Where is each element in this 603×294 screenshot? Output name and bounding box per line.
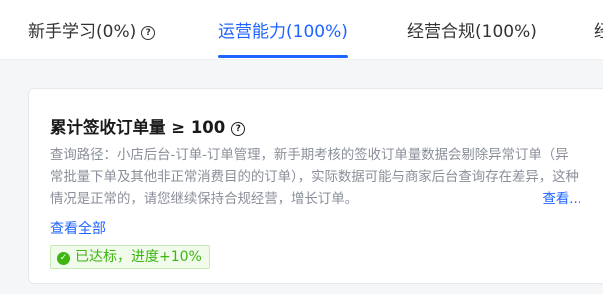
status-badge-text: 已达标，进度+10%	[75, 249, 202, 265]
view-all-link[interactable]: 查看全部	[50, 218, 106, 238]
tab-label: 经营合规(100%)	[407, 22, 537, 42]
tab-label: 经	[594, 22, 603, 42]
status-badge: ✓ 已达标，进度+10%	[50, 245, 210, 269]
tab-label: 新手学习(0%)	[28, 22, 137, 42]
tab-bar: 新手学习(0%)? 运营能力(100%) 经营合规(100%) 经	[0, 0, 603, 60]
question-circle-icon[interactable]: ?	[231, 122, 246, 136]
tab-operation-ability[interactable]: 运营能力(100%)	[218, 0, 348, 59]
question-circle-icon[interactable]: ?	[141, 26, 156, 40]
check-circle-icon: ✓	[57, 252, 70, 265]
active-tab-indicator	[218, 55, 348, 58]
task-card: 累计签收订单量 ≥ 100? 查询路径：小店后台-订单-订单管理，新手期考核的签…	[28, 88, 603, 284]
card-title: 累计签收订单量 ≥ 100?	[50, 114, 246, 138]
card-description-text: 查询路径：小店后台-订单-订单管理，新手期考核的签收订单量数据会剔除异常订单（异…	[50, 148, 579, 207]
card-description: 查询路径：小店后台-订单-订单管理，新手期考核的签收订单量数据会剔除异常订单（异…	[50, 145, 580, 211]
tab-business-compliance[interactable]: 经营合规(100%)	[407, 0, 537, 59]
tab-truncated[interactable]: 经	[594, 0, 603, 59]
card-title-text: 累计签收订单量 ≥ 100	[50, 118, 226, 137]
tab-label: 运营能力(100%)	[218, 22, 348, 42]
view-more-link[interactable]: 查看...	[540, 189, 580, 211]
tab-newbie-learning[interactable]: 新手学习(0%)?	[28, 0, 156, 59]
